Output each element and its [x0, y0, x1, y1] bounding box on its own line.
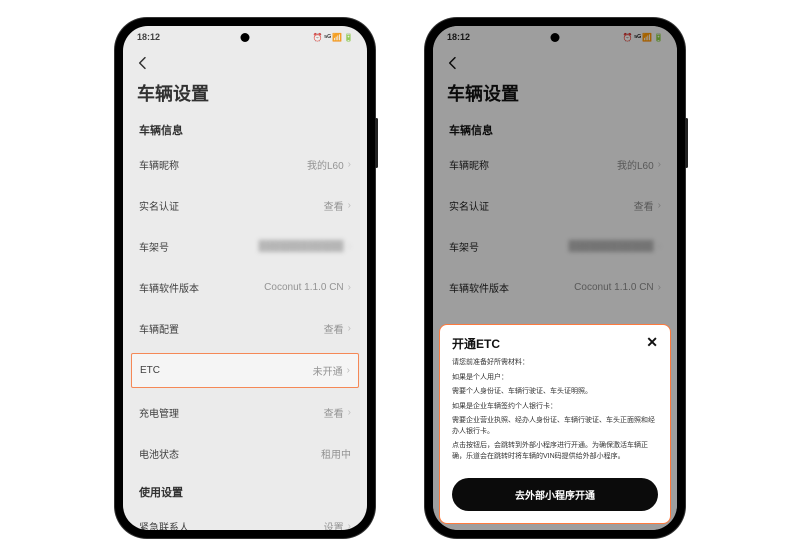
chevron-right-icon: ›	[348, 241, 351, 252]
row-label: 紧急联系人	[139, 519, 189, 530]
content: 车辆信息 车辆昵称 我的L60 › 实名认证 查看 › 车架号 ██████████…	[123, 116, 367, 530]
row-label: 电池状态	[139, 446, 179, 461]
row-value: 查看	[324, 405, 344, 420]
phone-left: 18:12 ⏰ ⁵ᴳ 📶 🔋 车辆设置 车辆信息 车辆昵称 我的L60 › 实名认…	[115, 18, 375, 538]
status-icons: ⏰ ⁵ᴳ 📶 🔋	[313, 33, 353, 42]
row-emergency[interactable]: 紧急联系人 设置 ›	[133, 510, 357, 530]
open-external-miniprogram-button[interactable]: 去外部小程序开通	[452, 478, 658, 511]
screen-left: 18:12 ⏰ ⁵ᴳ 📶 🔋 车辆设置 车辆信息 车辆昵称 我的L60 › 实名认…	[123, 26, 367, 530]
row-software-version[interactable]: 车辆软件版本 Coconut 1.1.0 CN ›	[133, 271, 357, 304]
row-label: 实名认证	[139, 198, 179, 213]
row-etc[interactable]: ETC 未开通 ›	[131, 353, 359, 388]
section-vehicle-info: 车辆信息	[133, 116, 357, 140]
row-realname[interactable]: 实名认证 查看 ›	[133, 189, 357, 222]
chevron-right-icon: ›	[348, 323, 351, 334]
row-value: 查看	[324, 321, 344, 336]
sheet-text: 如果是个人用户：	[452, 373, 658, 384]
row-value: ████████████	[259, 241, 344, 252]
chevron-right-icon: ›	[348, 407, 351, 418]
etc-bottom-sheet: 开通ETC ✕ 请您前准备好所需材料： 如果是个人用户： 需要个人身份证、车辆行…	[439, 324, 671, 524]
front-camera	[551, 33, 560, 42]
row-charge[interactable]: 充电管理 查看 ›	[133, 396, 357, 429]
chevron-right-icon: ›	[348, 200, 351, 211]
row-label: 车辆软件版本	[139, 280, 199, 295]
close-icon[interactable]: ✕	[646, 335, 658, 349]
sheet-text: 需要个人身份证、车辆行驶证、车头证明照。	[452, 387, 658, 398]
back-icon[interactable]	[135, 55, 151, 71]
front-camera	[241, 33, 250, 42]
row-label: 车架号	[139, 239, 169, 254]
chevron-right-icon: ›	[348, 159, 351, 170]
screen-right: 18:12 ⏰ ⁵ᴳ 📶 🔋 车辆设置 车辆信息 车辆昵称 我的L60› 实名认…	[433, 26, 677, 530]
row-label: 车辆配置	[139, 321, 179, 336]
sheet-text: 如果是企业车辆签约个人银行卡：	[452, 402, 658, 413]
sheet-text: 需要企业营业执照、经办人身份证、车辆行驶证、车头正面照和经办人银行卡。	[452, 416, 658, 437]
row-nickname[interactable]: 车辆昵称 我的L60 ›	[133, 148, 357, 181]
row-label: 车辆昵称	[139, 157, 179, 172]
phone-right: 18:12 ⏰ ⁵ᴳ 📶 🔋 车辆设置 车辆信息 车辆昵称 我的L60› 实名认…	[425, 18, 685, 538]
status-time: 18:12	[137, 32, 160, 42]
row-value: Coconut 1.1.0 CN	[264, 282, 344, 293]
sheet-text: 请您前准备好所需材料：	[452, 358, 658, 369]
sheet-title: 开通ETC	[452, 335, 500, 352]
row-value: 设置	[324, 519, 344, 530]
chevron-right-icon: ›	[348, 282, 351, 293]
chevron-right-icon: ›	[348, 521, 351, 530]
section-usage: 使用设置	[133, 478, 357, 502]
row-battery[interactable]: 电池状态 租用中	[133, 437, 357, 470]
row-config[interactable]: 车辆配置 查看 ›	[133, 312, 357, 345]
sheet-text: 点击按钮后，会跳转到外部小程序进行开通。为确保激活车辆正确，乐道会在跳转时将车辆…	[452, 441, 658, 462]
page-title: 车辆设置	[123, 78, 367, 116]
row-label: ETC	[140, 365, 160, 376]
row-value: 租用中	[321, 446, 351, 461]
row-value: 查看	[324, 198, 344, 213]
chevron-right-icon: ›	[347, 365, 350, 376]
row-value: 未开通	[313, 363, 343, 378]
row-vin[interactable]: 车架号 ████████████ ›	[133, 230, 357, 263]
row-value: 我的L60	[307, 157, 344, 172]
nav-bar	[123, 48, 367, 78]
sheet-body: 请您前准备好所需材料： 如果是个人用户： 需要个人身份证、车辆行驶证、车头证明照…	[452, 358, 658, 466]
row-label: 充电管理	[139, 405, 179, 420]
